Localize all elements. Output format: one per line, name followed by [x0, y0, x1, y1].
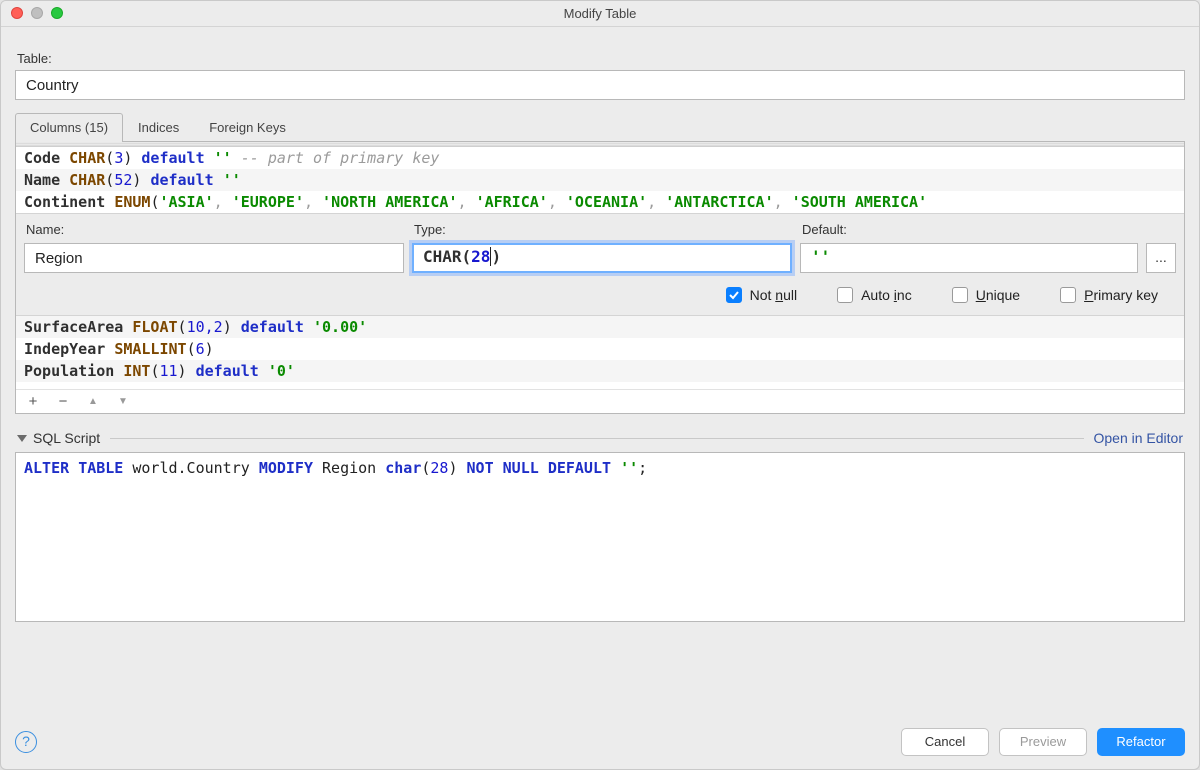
column-name-input[interactable]: [24, 243, 404, 273]
checkbox-icon: [726, 287, 742, 303]
window-title: Modify Table: [564, 6, 637, 21]
table-label: Table:: [17, 51, 1185, 66]
default-label: Default:: [802, 222, 1138, 237]
divider: [110, 438, 1083, 439]
tab-indices[interactable]: Indices: [123, 113, 194, 142]
checkbox-icon: [1060, 287, 1076, 303]
column-default-input[interactable]: '': [800, 243, 1138, 273]
unique-checkbox[interactable]: Unique: [952, 287, 1020, 303]
column-editor: Name: Type: CHAR(28) Default: '' ...: [16, 213, 1184, 316]
add-column-button[interactable]: +: [26, 393, 40, 410]
window-controls: [11, 7, 63, 19]
open-in-editor-link[interactable]: Open in Editor: [1094, 430, 1184, 446]
checkbox-icon: [952, 287, 968, 303]
move-up-button[interactable]: ▲: [86, 396, 100, 407]
sql-script-box[interactable]: ALTER TABLE world.Country MODIFY Region …: [15, 452, 1185, 622]
remove-column-button[interactable]: −: [56, 393, 70, 410]
column-row[interactable]: IndepYear SMALLINT(6): [16, 338, 1184, 360]
column-row[interactable]: Code CHAR(3) default '' -- part of prima…: [16, 147, 1184, 169]
list-toolbar: + − ▲ ▼: [16, 389, 1184, 413]
checkbox-icon: [837, 287, 853, 303]
content: Table: Columns (15) Indices Foreign Keys…: [1, 27, 1199, 622]
tab-columns[interactable]: Columns (15): [15, 113, 123, 142]
table-name-input[interactable]: [15, 70, 1185, 100]
columns-list: Code CHAR(3) default '' -- part of prima…: [15, 142, 1185, 414]
sql-script-label: SQL Script: [33, 430, 100, 446]
not-null-checkbox[interactable]: Not null: [726, 287, 798, 303]
col-name: Code: [24, 149, 60, 167]
move-down-button[interactable]: ▼: [116, 396, 130, 407]
help-button[interactable]: ?: [15, 731, 37, 753]
column-row[interactable]: Continent ENUM('ASIA', 'EUROPE', 'NORTH …: [16, 191, 1184, 213]
modify-table-dialog: Modify Table Table: Columns (15) Indices…: [0, 0, 1200, 770]
type-label: Type:: [414, 222, 792, 237]
tab-foreign-keys[interactable]: Foreign Keys: [194, 113, 301, 142]
cancel-button[interactable]: Cancel: [901, 728, 989, 756]
minimize-icon: [31, 7, 43, 19]
primary-key-checkbox[interactable]: Primary key: [1060, 287, 1158, 303]
auto-inc-checkbox[interactable]: Auto inc: [837, 287, 912, 303]
name-label: Name:: [26, 222, 404, 237]
dialog-footer: ? Cancel Preview Refactor: [1, 715, 1199, 769]
column-row[interactable]: Population INT(11) default '0': [16, 360, 1184, 382]
column-flags: Not null Auto inc Unique Primary key: [24, 287, 1180, 303]
preview-button[interactable]: Preview: [999, 728, 1087, 756]
titlebar: Modify Table: [1, 1, 1199, 27]
default-more-button[interactable]: ...: [1146, 243, 1176, 273]
column-type-input[interactable]: CHAR(28): [412, 243, 792, 273]
column-row[interactable]: Name CHAR(52) default '': [16, 169, 1184, 191]
column-row[interactable]: SurfaceArea FLOAT(10,2) default '0.00': [16, 316, 1184, 338]
col-type: CHAR: [69, 149, 105, 167]
sql-script-header: SQL Script Open in Editor: [17, 430, 1183, 446]
close-icon[interactable]: [11, 7, 23, 19]
tabs: Columns (15) Indices Foreign Keys: [15, 112, 1185, 142]
maximize-icon[interactable]: [51, 7, 63, 19]
chevron-down-icon[interactable]: [17, 435, 27, 442]
refactor-button[interactable]: Refactor: [1097, 728, 1185, 756]
